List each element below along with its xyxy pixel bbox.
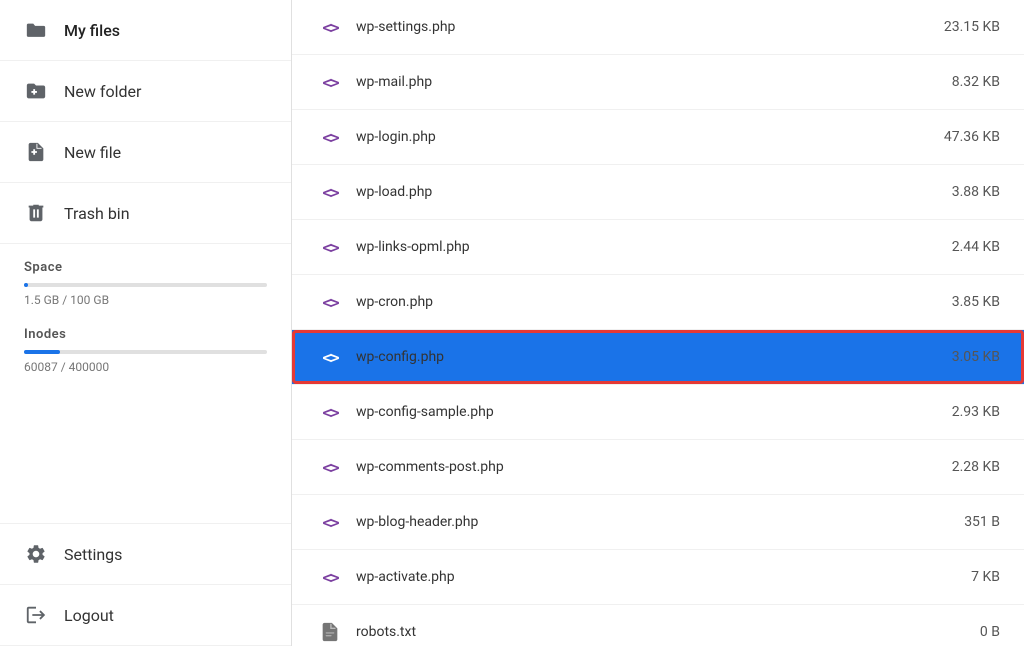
sidebar-bottom: Settings Logout <box>0 523 291 646</box>
trash-bin-label: Trash bin <box>64 204 130 223</box>
file-size: 351 B <box>920 514 1000 530</box>
code-icon: <> <box>316 233 344 261</box>
settings-icon <box>24 542 48 566</box>
code-icon: <> <box>316 398 344 426</box>
sidebar-item-trash-bin[interactable]: Trash bin <box>0 183 291 244</box>
new-folder-label: New folder <box>64 82 141 101</box>
file-row[interactable]: <> wp-login.php 47.36 KB <box>292 110 1024 165</box>
sidebar-item-new-folder[interactable]: New folder <box>0 61 291 122</box>
sidebar-item-settings[interactable]: Settings <box>0 524 291 585</box>
trash-icon <box>24 201 48 225</box>
file-name: wp-comments-post.php <box>356 459 908 475</box>
file-name: wp-config-sample.php <box>356 404 908 420</box>
file-row[interactable]: <> wp-settings.php 23.15 KB <box>292 0 1024 55</box>
file-row[interactable]: <> wp-config-sample.php 2.93 KB <box>292 385 1024 440</box>
new-folder-icon <box>24 79 48 103</box>
file-size: 23.15 KB <box>920 19 1000 35</box>
inodes-usage-text: 60087 / 400000 <box>24 360 267 374</box>
file-size: 8.32 KB <box>920 74 1000 90</box>
space-section: Space 1.5 GB / 100 GB <box>0 244 291 315</box>
file-size: 47.36 KB <box>920 129 1000 145</box>
inodes-heading: Inodes <box>24 327 267 342</box>
code-icon: <> <box>316 178 344 206</box>
file-name: wp-load.php <box>356 184 908 200</box>
settings-label: Settings <box>64 545 122 564</box>
space-progress-bg <box>24 283 267 287</box>
space-usage-text: 1.5 GB / 100 GB <box>24 293 267 307</box>
file-row[interactable]: <> wp-activate.php 7 KB <box>292 550 1024 605</box>
code-icon: <> <box>316 13 344 41</box>
file-row[interactable]: <> wp-comments-post.php 2.28 KB <box>292 440 1024 495</box>
sidebar: My files New folder New file <box>0 0 292 646</box>
file-name: wp-blog-header.php <box>356 514 908 530</box>
file-name: robots.txt <box>356 624 908 640</box>
file-size: 7 KB <box>920 569 1000 585</box>
file-name: wp-links-opml.php <box>356 239 908 255</box>
file-name: wp-config.php <box>356 349 908 365</box>
file-name: wp-mail.php <box>356 74 908 90</box>
sidebar-item-my-files[interactable]: My files <box>0 0 291 61</box>
folder-icon <box>24 18 48 42</box>
file-name: wp-settings.php <box>356 19 908 35</box>
text-icon <box>316 618 344 646</box>
code-icon: <> <box>316 288 344 316</box>
file-row[interactable]: robots.txt 0 B <box>292 605 1024 646</box>
logout-label: Logout <box>64 606 114 625</box>
file-row[interactable]: <> wp-config.php 3.05 KB <box>292 330 1024 385</box>
file-size: 2.28 KB <box>920 459 1000 475</box>
code-icon: <> <box>316 453 344 481</box>
new-file-icon <box>24 140 48 164</box>
file-name: wp-cron.php <box>356 294 908 310</box>
my-files-label: My files <box>64 21 120 40</box>
file-list-container: <> wp-settings.php 23.15 KB <> wp-mail.p… <box>292 0 1024 646</box>
space-heading: Space <box>24 260 267 275</box>
sidebar-item-logout[interactable]: Logout <box>0 585 291 646</box>
file-size: 3.85 KB <box>920 294 1000 310</box>
file-size: 2.44 KB <box>920 239 1000 255</box>
logout-icon <box>24 603 48 627</box>
code-icon: <> <box>316 508 344 536</box>
code-icon: <> <box>316 563 344 591</box>
file-size: 0 B <box>920 624 1000 640</box>
file-size: 2.93 KB <box>920 404 1000 420</box>
file-row[interactable]: <> wp-mail.php 8.32 KB <box>292 55 1024 110</box>
space-progress-fill <box>24 283 28 287</box>
file-row[interactable]: <> wp-links-opml.php 2.44 KB <box>292 220 1024 275</box>
inodes-section: Inodes 60087 / 400000 <box>0 315 291 382</box>
file-list: <> wp-settings.php 23.15 KB <> wp-mail.p… <box>292 0 1024 646</box>
file-name: wp-login.php <box>356 129 908 145</box>
code-icon: <> <box>316 123 344 151</box>
file-row[interactable]: <> wp-blog-header.php 351 B <box>292 495 1024 550</box>
inodes-progress-bg <box>24 350 267 354</box>
new-file-label: New file <box>64 143 121 162</box>
inodes-progress-fill <box>24 350 60 354</box>
sidebar-item-new-file[interactable]: New file <box>0 122 291 183</box>
code-icon: <> <box>316 343 344 371</box>
file-size: 3.88 KB <box>920 184 1000 200</box>
file-row[interactable]: <> wp-cron.php 3.85 KB <box>292 275 1024 330</box>
file-row[interactable]: <> wp-load.php 3.88 KB <box>292 165 1024 220</box>
file-size: 3.05 KB <box>920 349 1000 365</box>
code-icon: <> <box>316 68 344 96</box>
file-name: wp-activate.php <box>356 569 908 585</box>
